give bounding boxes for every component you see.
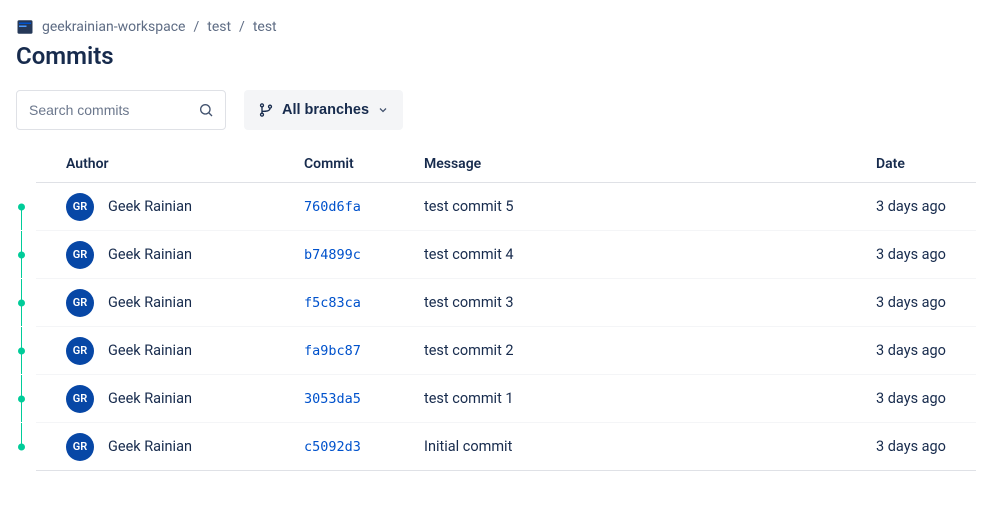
search-button[interactable] (194, 98, 218, 122)
cell-message: test commit 5 (424, 198, 876, 215)
commit-date: 3 days ago (876, 390, 946, 407)
graph-dot (18, 443, 25, 450)
commit-hash-link[interactable]: 760d6fa (304, 199, 361, 215)
cell-commit: b74899c (304, 247, 424, 263)
cell-commit: 3053da5 (304, 391, 424, 407)
breadcrumb-link-0[interactable]: geekrainian-workspace (42, 19, 185, 35)
cell-message: test commit 4 (424, 246, 876, 263)
header-commit: Commit (304, 156, 424, 172)
commit-hash-link[interactable]: fa9bc87 (304, 343, 361, 359)
avatar[interactable]: GR (66, 433, 94, 461)
search-wrap (16, 90, 226, 130)
table-row[interactable]: GR Geek Rainian 3053da5 test commit 1 3 days… (36, 375, 976, 423)
table-body: GR Geek Rainian 760d6fa test commit 5 3 days… (36, 183, 976, 471)
cell-commit: fa9bc87 (304, 343, 424, 359)
commit-hash-link[interactable]: b74899c (304, 247, 361, 263)
workspace-icon (16, 18, 34, 36)
breadcrumb-link-2[interactable]: test (253, 19, 277, 35)
cell-date: 3 days ago (876, 294, 976, 311)
cell-commit: 760d6fa (304, 199, 424, 215)
cell-message: test commit 2 (424, 342, 876, 359)
graph-dot (18, 203, 25, 210)
commit-message: Initial commit (424, 438, 512, 455)
table-row[interactable]: GR Geek Rainian c5092d3 Initial commit 3 day… (36, 423, 976, 471)
cell-message: test commit 1 (424, 390, 876, 407)
header-message: Message (424, 156, 876, 172)
cell-author: GR Geek Rainian (36, 433, 304, 461)
avatar[interactable]: GR (66, 337, 94, 365)
cell-author: GR Geek Rainian (36, 241, 304, 269)
chevron-down-icon (377, 104, 389, 116)
branch-selector-label: All branches (282, 102, 369, 118)
commits-table: Author Commit Message Date GR Geek Rainia… (16, 156, 976, 471)
author-name: Geek Rainian (108, 294, 192, 311)
cell-author: GR Geek Rainian (36, 289, 304, 317)
branch-selector-button[interactable]: All branches (244, 90, 403, 130)
commit-hash-link[interactable]: f5c83ca (304, 295, 361, 311)
commit-message: test commit 2 (424, 342, 514, 359)
author-name: Geek Rainian (108, 246, 192, 263)
table-row[interactable]: GR Geek Rainian fa9bc87 test commit 2 3 days… (36, 327, 976, 375)
cell-message: test commit 3 (424, 294, 876, 311)
commit-date: 3 days ago (876, 198, 946, 215)
controls-bar: All branches (16, 90, 976, 130)
graph-dot (18, 299, 25, 306)
branch-icon (258, 102, 274, 118)
avatar[interactable]: GR (66, 241, 94, 269)
cell-author: GR Geek Rainian (36, 337, 304, 365)
cell-commit: c5092d3 (304, 439, 424, 455)
author-name: Geek Rainian (108, 342, 192, 359)
commit-hash-link[interactable]: 3053da5 (304, 391, 361, 407)
table-header-row: Author Commit Message Date (36, 156, 976, 183)
cell-author: GR Geek Rainian (36, 385, 304, 413)
breadcrumb-link-1[interactable]: test (207, 19, 231, 35)
graph-dot (18, 347, 25, 354)
breadcrumb-sep: / (239, 19, 245, 35)
commit-message: test commit 4 (424, 246, 514, 263)
commit-message: test commit 1 (424, 390, 514, 407)
avatar[interactable]: GR (66, 193, 94, 221)
commit-date: 3 days ago (876, 438, 946, 455)
graph-dot (18, 395, 25, 402)
search-icon (198, 102, 214, 118)
commit-date: 3 days ago (876, 246, 946, 263)
cell-date: 3 days ago (876, 246, 976, 263)
cell-author: GR Geek Rainian (36, 193, 304, 221)
commit-date: 3 days ago (876, 342, 946, 359)
commit-message: test commit 3 (424, 294, 514, 311)
table-row[interactable]: GR Geek Rainian 760d6fa test commit 5 3 days… (36, 183, 976, 231)
cell-date: 3 days ago (876, 390, 976, 407)
avatar[interactable]: GR (66, 289, 94, 317)
author-name: Geek Rainian (108, 198, 192, 215)
table-row[interactable]: GR Geek Rainian f5c83ca test commit 3 3 days… (36, 279, 976, 327)
breadcrumb-sep: / (193, 19, 199, 35)
avatar[interactable]: GR (66, 385, 94, 413)
page-title: Commits (16, 42, 976, 70)
cell-commit: f5c83ca (304, 295, 424, 311)
commit-message: test commit 5 (424, 198, 514, 215)
cell-date: 3 days ago (876, 438, 976, 455)
header-author: Author (36, 156, 304, 172)
cell-date: 3 days ago (876, 342, 976, 359)
breadcrumb: geekrainian-workspace / test / test (16, 18, 976, 36)
cell-date: 3 days ago (876, 198, 976, 215)
cell-message: Initial commit (424, 438, 876, 455)
author-name: Geek Rainian (108, 390, 192, 407)
commit-hash-link[interactable]: c5092d3 (304, 439, 361, 455)
author-name: Geek Rainian (108, 438, 192, 455)
table-row[interactable]: GR Geek Rainian b74899c test commit 4 3 days… (36, 231, 976, 279)
graph-line (21, 207, 22, 231)
commit-date: 3 days ago (876, 294, 946, 311)
graph-dot (18, 251, 25, 258)
header-date: Date (876, 156, 976, 172)
